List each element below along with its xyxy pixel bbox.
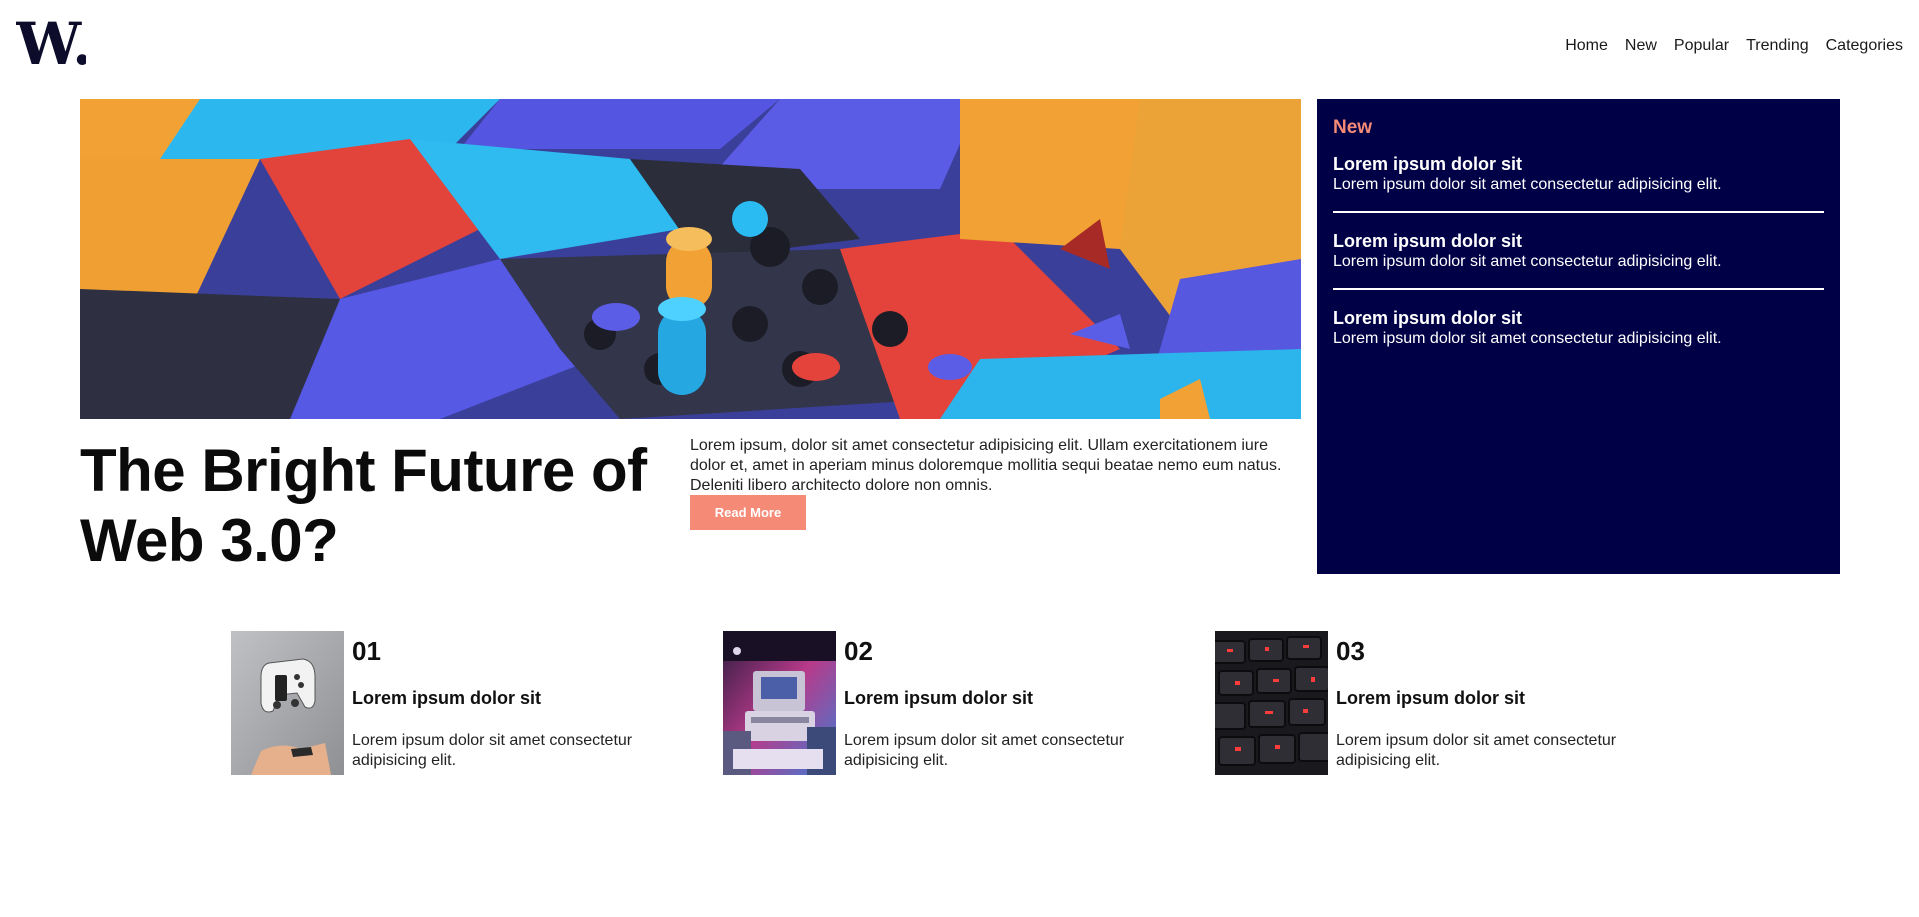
nav-new[interactable]: New xyxy=(1625,36,1657,56)
new-item-title[interactable]: Lorem ipsum dolor sit xyxy=(1333,153,1824,175)
card-number: 02 xyxy=(844,636,873,666)
card-title[interactable]: Lorem ipsum dolor sit xyxy=(844,687,1184,709)
card-description: Lorem ipsum dolor sit amet consectetur a… xyxy=(352,732,633,769)
gamepad-photo xyxy=(231,631,344,775)
new-item-desc: Lorem ipsum dolor sit amet consectetur a… xyxy=(1333,330,1722,347)
new-item-desc: Lorem ipsum dolor sit amet consectetur a… xyxy=(1333,176,1722,193)
new-item[interactable]: Lorem ipsum dolor sit Lorem ipsum dolor … xyxy=(1333,307,1824,365)
read-more-button[interactable]: Read More xyxy=(690,495,806,530)
card-number: 01 xyxy=(352,636,381,666)
new-item-title[interactable]: Lorem ipsum dolor sit xyxy=(1333,307,1824,329)
site-logo[interactable]: W. xyxy=(16,14,86,72)
new-panel-heading: New xyxy=(1333,117,1373,138)
hero-title: The Bright Future of Web 3.0? xyxy=(80,437,647,574)
nav-home[interactable]: Home xyxy=(1565,36,1608,56)
retro-computer-photo xyxy=(723,631,836,775)
new-item-title[interactable]: Lorem ipsum dolor sit xyxy=(1333,230,1824,252)
site-header: W. Home New Popular Trending Categories xyxy=(0,0,1919,92)
svg-text:W.: W. xyxy=(16,14,86,72)
new-item-desc: Lorem ipsum dolor sit amet consectetur a… xyxy=(1333,253,1722,270)
card-description: Lorem ipsum dolor sit amet consectetur a… xyxy=(1336,732,1617,769)
card-text: 01 Lorem ipsum dolor sit Lorem ipsum dol… xyxy=(352,631,692,771)
nav-trending[interactable]: Trending xyxy=(1746,36,1809,56)
keyboard-photo xyxy=(1215,631,1328,775)
card-title[interactable]: Lorem ipsum dolor sit xyxy=(1336,687,1676,709)
nav-categories[interactable]: Categories xyxy=(1826,36,1903,56)
card-text: 02 Lorem ipsum dolor sit Lorem ipsum dol… xyxy=(844,631,1184,771)
card-title[interactable]: Lorem ipsum dolor sit xyxy=(352,687,692,709)
new-item[interactable]: Lorem ipsum dolor sit Lorem ipsum dolor … xyxy=(1333,153,1824,213)
card-description: Lorem ipsum dolor sit amet consectetur a… xyxy=(844,732,1125,769)
card-text: 03 Lorem ipsum dolor sit Lorem ipsum dol… xyxy=(1336,631,1676,771)
main-nav: Home New Popular Trending Categories xyxy=(1565,36,1903,56)
hero-description: Lorem ipsum, dolor sit amet consectetur … xyxy=(690,437,1282,494)
new-item[interactable]: Lorem ipsum dolor sit Lorem ipsum dolor … xyxy=(1333,230,1824,290)
nav-popular[interactable]: Popular xyxy=(1674,36,1729,56)
new-panel: New Lorem ipsum dolor sit Lorem ipsum do… xyxy=(1317,99,1840,574)
hero-image xyxy=(80,99,1301,419)
card-number: 03 xyxy=(1336,636,1365,666)
